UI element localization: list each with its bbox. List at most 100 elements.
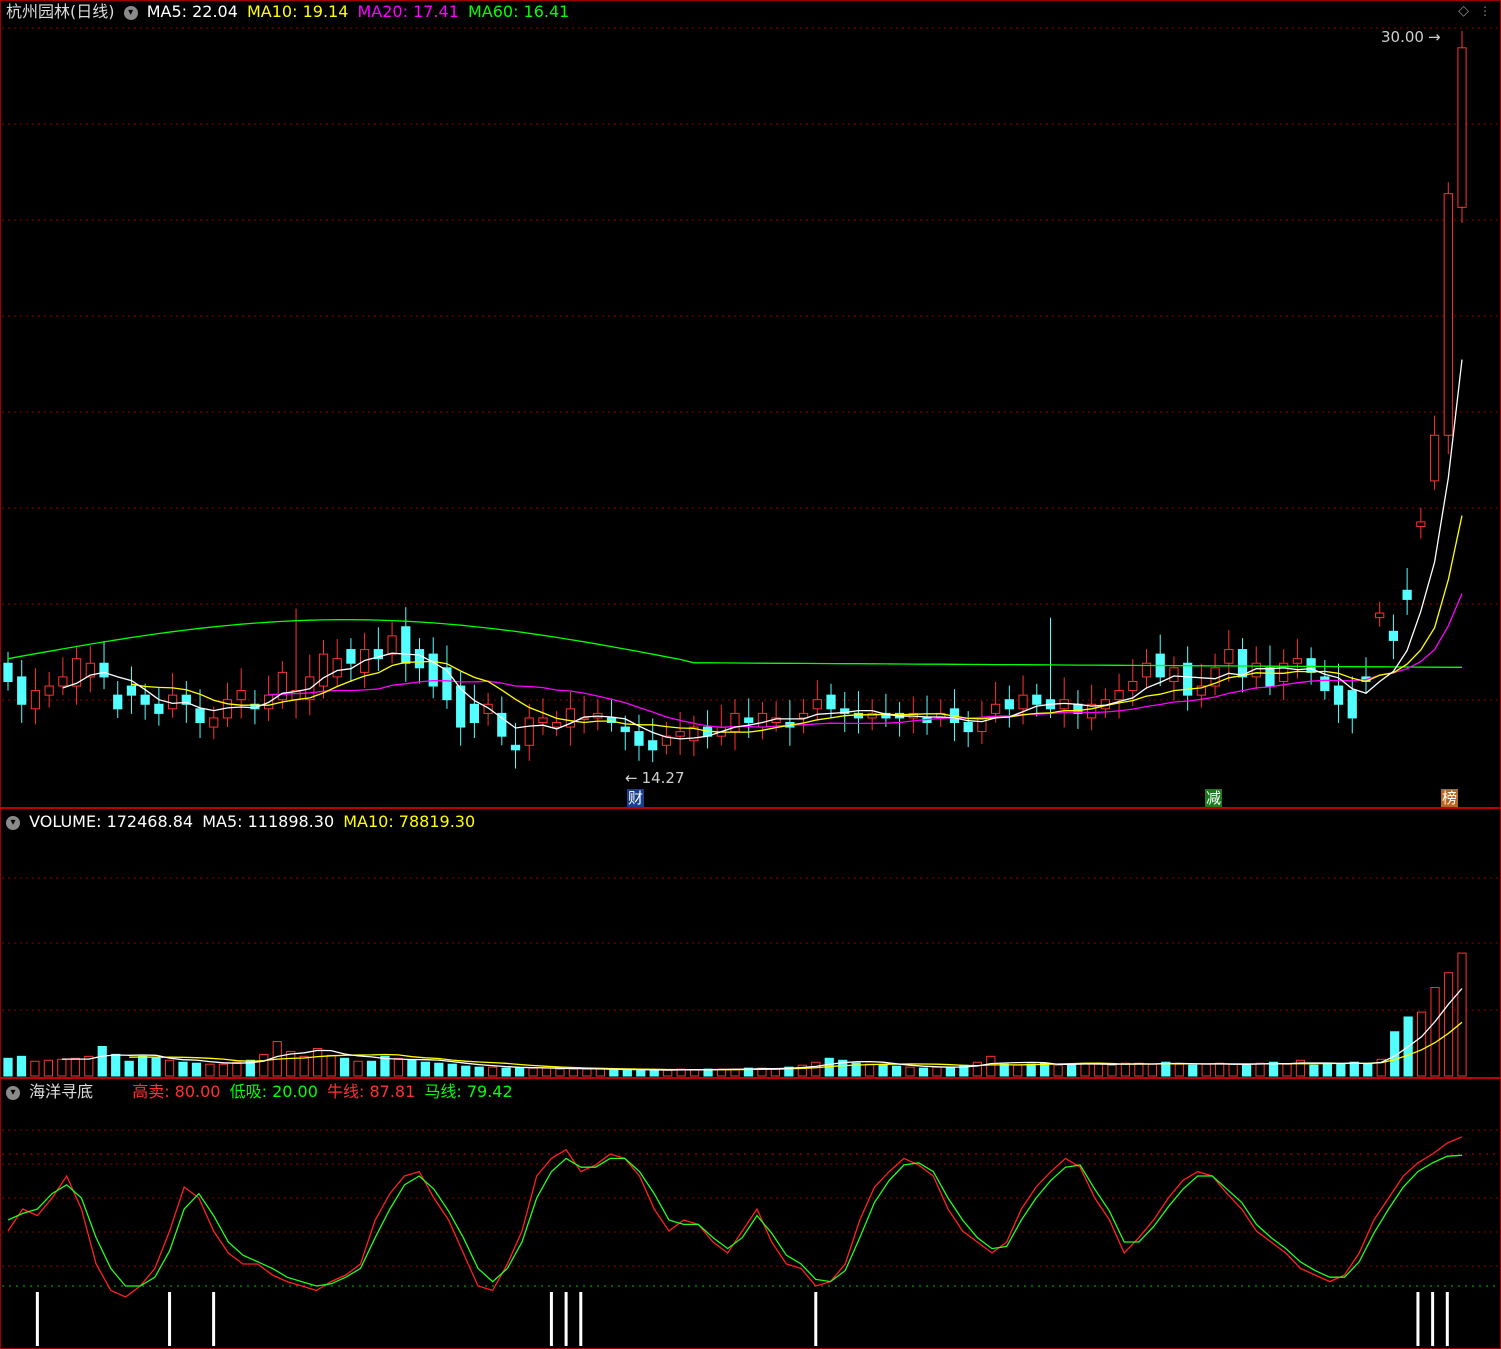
collapse-icon[interactable]: ▾ [6,815,20,830]
candle-body [853,712,864,719]
buy-label: 低吸: 20.00 [229,1082,318,1101]
volume-bar [43,1059,54,1077]
volume-bar [555,1068,565,1077]
ma5-label: MA5: 22.04 [146,2,238,21]
candle-body [1457,47,1467,208]
collapse-icon[interactable]: ▾ [6,1085,20,1100]
candle-body [154,703,164,714]
candle-body [648,740,658,751]
volume-bar [1309,1064,1319,1077]
low-price-value: 14.27 [641,769,685,787]
volume-bar [57,1058,67,1077]
horse-label: 马线: 79.42 [424,1082,513,1101]
event-tag-finance[interactable]: 财 [627,789,645,807]
volume-bar [541,1067,552,1077]
volume-bar [918,1067,929,1077]
diamond-icon[interactable]: ◇ [1458,3,1469,19]
ma20-label: MA20: 17.41 [357,2,459,21]
volume-bar [313,1047,323,1077]
indicator-name: 海洋寻底 [29,1082,94,1101]
volume-bar [663,1069,673,1077]
candle-body [209,717,219,728]
volume-bar [393,1057,404,1077]
candle-body [1443,193,1453,436]
volume-bar [1174,1063,1184,1077]
volume-bar [1066,1063,1077,1077]
collapse-icon[interactable]: ▾ [123,5,138,20]
volume-bar [1282,1063,1292,1077]
candle-body [1004,699,1014,710]
volume-bar [16,1055,27,1077]
candle-body [730,712,740,733]
volume-label: VOLUME: 172468.84 [29,812,194,831]
volume-bar [1026,1063,1036,1077]
volume-bar [1053,1064,1063,1077]
volume-bar [326,1054,336,1077]
candle-body [1416,521,1426,527]
volume-bar [595,1068,605,1077]
volume-bar [528,1067,538,1077]
volume-bar [582,1068,592,1077]
volume-bar [124,1060,134,1077]
volume-bar [1228,1063,1238,1077]
volume-bar [474,1066,484,1077]
volume-bar [1107,1064,1117,1077]
volume-bar [178,1061,188,1077]
candle-body [1402,589,1412,600]
candle-body [401,626,411,664]
volume-bar [1040,1062,1050,1077]
candle-body [236,690,246,701]
chart-canvas[interactable] [0,0,1501,1349]
volume-bar [3,1057,13,1077]
volume-bar [339,1057,350,1077]
candle-body [1292,658,1303,664]
candle-body [140,694,150,705]
volume-bar [636,1069,646,1077]
volume-bar [1215,1062,1225,1077]
volume-bar [1188,1064,1198,1077]
candle-body [991,703,1001,714]
event-tag-ranking[interactable]: 榜 [1441,789,1459,807]
low-price-marker: ← 14.27 [625,768,689,788]
candle-body [620,726,630,733]
volume-bar [353,1060,363,1077]
candle-body [346,649,356,664]
volume-bar [622,1069,632,1077]
candle-body [1224,649,1234,664]
volume-bar [1201,1063,1211,1077]
candle-body [1333,685,1344,705]
candle-body [1128,680,1138,692]
stock-title: 杭州园林(日线) [6,2,115,21]
volume-bar [1147,1063,1157,1077]
volume-bar [905,1066,915,1077]
volume-bar [1349,1061,1359,1077]
volume-bar [932,1066,942,1077]
candle-body [1347,690,1357,719]
volume-bar [138,1055,148,1077]
candle-body [195,708,205,724]
event-tag-reduce[interactable]: 减 [1205,789,1223,807]
volume-bar [434,1062,444,1077]
volume-bar [1013,1064,1023,1077]
volume-bar [1416,1011,1427,1077]
candle-body [1059,699,1069,710]
candle-body [456,685,466,728]
volume-bar [811,1061,821,1077]
background [0,0,1501,1349]
volume-bar [259,1053,269,1077]
volume-bar [865,1063,875,1077]
high-price-value: 30.00 [1381,28,1424,46]
volume-bar [30,1060,40,1077]
volume-bar [986,1055,996,1077]
volume-bar [1457,952,1467,1077]
volume-bar [1363,1062,1373,1077]
candle-body [1320,676,1330,692]
candle-body [387,635,397,655]
candle-body [126,685,137,696]
corner-marker: ⋮ [1479,4,1491,18]
volume-bar [568,1068,579,1077]
candle-body [552,722,562,728]
candle-body [99,662,109,678]
volume-bar [972,1061,982,1077]
candle-body [442,667,452,701]
